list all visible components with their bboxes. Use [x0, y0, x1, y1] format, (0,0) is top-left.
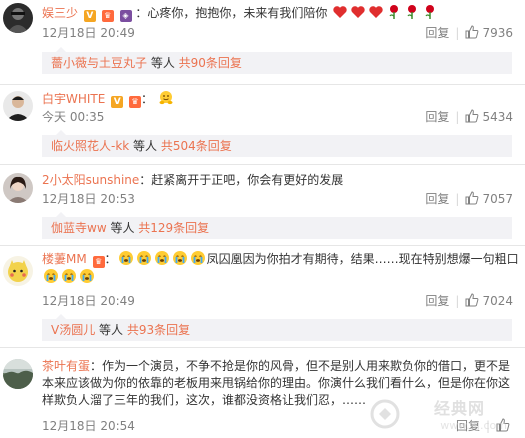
crying-emoji-icon [172, 250, 188, 266]
reply-connector: 等人 [95, 323, 127, 337]
divider [0, 164, 525, 165]
fan-badge-icon: ♛ [101, 10, 114, 22]
like-count: 7057 [482, 192, 513, 206]
reply-summary[interactable]: 伽蓝寺ww 等人 共129条回复 [42, 212, 512, 239]
comment-colon: ： [141, 92, 154, 106]
crying-emoji-icon [154, 250, 170, 266]
reply-count-link[interactable]: 共93条回复 [127, 323, 190, 337]
reply-username[interactable]: V汤圆儿 [51, 323, 95, 337]
divider: | [455, 294, 460, 308]
comment-time: 12月18日 20:53 [42, 192, 135, 206]
comment-colon: ： [139, 173, 152, 187]
like-count: 7936 [482, 26, 513, 40]
comment-colon: ： [90, 359, 103, 373]
username[interactable]: 茶叶有蛋 [42, 359, 90, 373]
reply-count-link[interactable]: 共129条回复 [138, 221, 209, 235]
divider [0, 347, 525, 348]
reply-connector: 等人 [106, 221, 139, 235]
comment-colon: ： [104, 252, 117, 266]
heart-icon [350, 4, 366, 20]
avatar[interactable] [3, 256, 33, 286]
reply-username[interactable]: 薔小薇与土豆丸子 [51, 56, 147, 70]
reply-count-link[interactable]: 共504条回复 [161, 139, 232, 153]
crying-emoji-icon [79, 268, 95, 284]
avatar[interactable] [3, 3, 33, 33]
reply-button[interactable]: 回复 [425, 110, 449, 124]
comment-time: 今天 00:35 [42, 110, 105, 124]
comment-time: 12月18日 20:49 [42, 294, 135, 308]
reply-button[interactable]: 回复 [425, 192, 449, 206]
like-count: 7024 [482, 294, 513, 308]
reply-username[interactable]: 伽蓝寺ww [51, 221, 107, 235]
comment-time: 12月18日 20:49 [42, 26, 135, 40]
heart-icon [368, 4, 384, 20]
divider [0, 84, 525, 85]
crying-emoji-icon [118, 250, 134, 266]
hug-emoji-icon [158, 90, 174, 106]
fan-badge-icon: ♛ [129, 96, 141, 108]
divider: | [455, 26, 460, 40]
divider: | [455, 110, 460, 124]
avatar[interactable] [3, 91, 33, 121]
reply-button[interactable]: 回复 [425, 26, 449, 40]
like-button[interactable]: 7936 [465, 25, 513, 40]
watermark-url: www.3J.com [440, 419, 507, 432]
rose-icon [386, 4, 402, 20]
fan-badge-icon: ♛ [92, 256, 105, 268]
like-button[interactable]: 7024 [465, 293, 513, 308]
comment-text: 心疼你，抱抱你，未来有我们陪你 [147, 6, 328, 20]
crying-emoji-icon [61, 268, 77, 284]
heart-icon [332, 4, 348, 20]
reply-connector: 等人 [147, 56, 179, 70]
avatar[interactable] [3, 359, 33, 389]
thumbs-up-icon [465, 293, 479, 307]
comment-time: 12月18日 20:54 [42, 419, 135, 433]
divider: | [455, 192, 460, 206]
crying-emoji-icon [190, 250, 206, 266]
crying-emoji-icon [43, 268, 59, 284]
reply-summary[interactable]: 薔小薇与土豆丸子 等人 共90条回复 [42, 47, 512, 74]
vip-badge-icon: ◈ [119, 10, 132, 22]
username[interactable]: 2小太阳sunshine [42, 173, 139, 187]
watermark-logo-icon [370, 399, 400, 429]
watermark: 经典网 www.3J.com [369, 398, 519, 432]
username[interactable]: 白宇WHITE [42, 92, 105, 106]
rose-icon [422, 4, 438, 20]
comment-text: 凤囚凰因为你拍才有期待，结果……现在特别想爆一句粗口 [206, 252, 519, 266]
thumbs-up-icon [465, 25, 479, 39]
like-button[interactable]: 7057 [465, 191, 513, 206]
thumbs-up-icon [465, 191, 479, 205]
divider [0, 245, 525, 246]
like-count: 5434 [482, 110, 513, 124]
reply-count-link[interactable]: 共90条回复 [179, 56, 242, 70]
watermark-text: 经典网 [433, 399, 485, 418]
username[interactable]: 娱三少 [42, 6, 78, 20]
like-button[interactable]: 5434 [465, 109, 513, 124]
reply-summary[interactable]: V汤圆儿 等人 共93条回复 [42, 314, 512, 341]
verified-badge-icon: V [111, 96, 124, 108]
comment-colon: ： [135, 6, 148, 20]
avatar[interactable] [3, 173, 33, 203]
reply-connector: 等人 [129, 139, 161, 153]
verified-badge-icon: V [83, 10, 96, 22]
comment-text: 赶紧离开于正吧，你会有更好的发展 [151, 173, 344, 187]
crying-emoji-icon [136, 250, 152, 266]
reply-username[interactable]: 临火照花人-kk [51, 139, 129, 153]
thumbs-up-icon [465, 109, 479, 123]
reply-button[interactable]: 回复 [425, 294, 449, 308]
reply-summary[interactable]: 临火照花人-kk 等人 共504条回复 [42, 130, 512, 157]
rose-icon [404, 4, 420, 20]
username[interactable]: 楼萋MM [42, 252, 87, 266]
